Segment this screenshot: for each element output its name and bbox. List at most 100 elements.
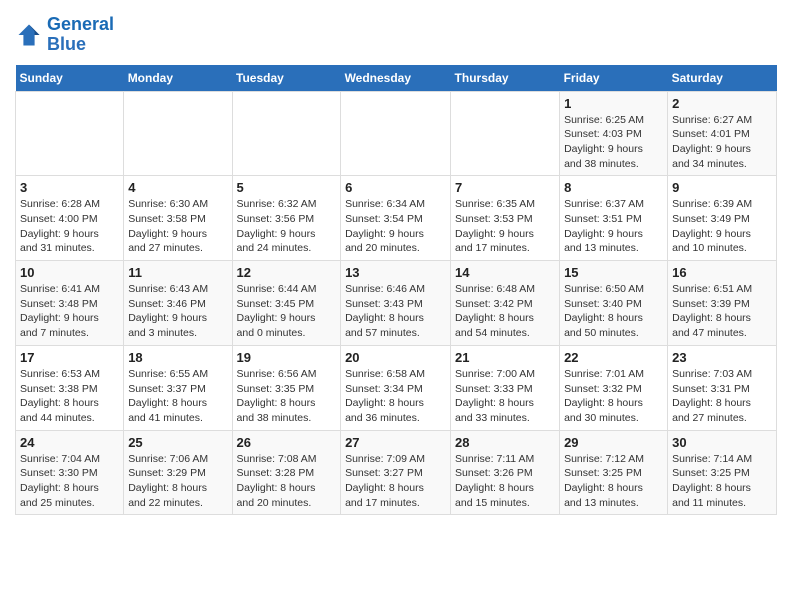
day-info: Sunrise: 7:14 AMSunset: 3:25 PMDaylight:… [672, 452, 772, 511]
day-number: 25 [128, 435, 227, 450]
day-number: 4 [128, 180, 227, 195]
day-info: Sunrise: 6:39 AMSunset: 3:49 PMDaylight:… [672, 197, 772, 256]
day-info: Sunrise: 7:12 AMSunset: 3:25 PMDaylight:… [564, 452, 663, 511]
day-number: 22 [564, 350, 663, 365]
calendar-cell: 12 Sunrise: 6:44 AMSunset: 3:45 PMDayligh… [232, 261, 341, 346]
calendar-cell: 16Sunrise: 6:51 AMSunset: 3:39 PMDayligh… [668, 261, 777, 346]
calendar-cell [341, 91, 451, 176]
calendar-cell: 22Sunrise: 7:01 AMSunset: 3:32 PMDayligh… [560, 345, 668, 430]
day-info: Sunrise: 7:11 AMSunset: 3:26 PMDaylight:… [455, 452, 555, 511]
day-number: 30 [672, 435, 772, 450]
weekday-header: Tuesday [232, 65, 341, 92]
day-number: 3 [20, 180, 119, 195]
calendar-header-row: SundayMondayTuesdayWednesdayThursdayFrid… [16, 65, 777, 92]
logo-icon [15, 21, 43, 49]
day-number: 23 [672, 350, 772, 365]
calendar-cell: 30 Sunrise: 7:14 AMSunset: 3:25 PMDayligh… [668, 430, 777, 515]
weekday-header: Saturday [668, 65, 777, 92]
day-number: 20 [345, 350, 446, 365]
day-number: 26 [237, 435, 337, 450]
day-info: Sunrise: 6:28 AMSunset: 4:00 PMDaylight:… [20, 197, 119, 256]
day-info: Sunrise: 7:00 AMSunset: 3:33 PMDaylight:… [455, 367, 555, 426]
day-number: 6 [345, 180, 446, 195]
calendar-cell: 4 Sunrise: 6:30 AMSunset: 3:58 PMDaylight… [124, 176, 232, 261]
day-number: 19 [237, 350, 337, 365]
calendar-cell [16, 91, 124, 176]
day-number: 29 [564, 435, 663, 450]
day-info: Sunrise: 6:48 AMSunset: 3:42 PMDaylight:… [455, 282, 555, 341]
day-info: Sunrise: 6:51 AMSunset: 3:39 PMDaylight:… [672, 282, 772, 341]
day-number: 27 [345, 435, 446, 450]
calendar-cell: 10 Sunrise: 6:41 AMSunset: 3:48 PMDayligh… [16, 261, 124, 346]
day-info: Sunrise: 7:08 AMSunset: 3:28 PMDaylight:… [237, 452, 337, 511]
day-number: 14 [455, 265, 555, 280]
page-header: General Blue [15, 15, 777, 55]
calendar-cell: 15 Sunrise: 6:50 AMSunset: 3:40 PMDayligh… [560, 261, 668, 346]
day-info: Sunrise: 6:35 AMSunset: 3:53 PMDaylight:… [455, 197, 555, 256]
day-info: Sunrise: 7:06 AMSunset: 3:29 PMDaylight:… [128, 452, 227, 511]
day-number: 24 [20, 435, 119, 450]
calendar-table: SundayMondayTuesdayWednesdayThursdayFrid… [15, 65, 777, 516]
day-info: Sunrise: 6:58 AMSunset: 3:34 PMDaylight:… [345, 367, 446, 426]
day-info: Sunrise: 6:46 AMSunset: 3:43 PMDaylight:… [345, 282, 446, 341]
weekday-header: Wednesday [341, 65, 451, 92]
calendar-cell: 9Sunrise: 6:39 AMSunset: 3:49 PMDaylight… [668, 176, 777, 261]
day-info: Sunrise: 6:30 AMSunset: 3:58 PMDaylight:… [128, 197, 227, 256]
day-info: Sunrise: 6:44 AMSunset: 3:45 PMDaylight:… [237, 282, 337, 341]
day-number: 10 [20, 265, 119, 280]
weekday-header: Sunday [16, 65, 124, 92]
logo: General Blue [15, 15, 114, 55]
calendar-cell [451, 91, 560, 176]
calendar-week-row: 3 Sunrise: 6:28 AMSunset: 4:00 PMDaylight… [16, 176, 777, 261]
day-info: Sunrise: 6:34 AMSunset: 3:54 PMDaylight:… [345, 197, 446, 256]
calendar-week-row: 10 Sunrise: 6:41 AMSunset: 3:48 PMDayligh… [16, 261, 777, 346]
calendar-cell: 19 Sunrise: 6:56 AMSunset: 3:35 PMDayligh… [232, 345, 341, 430]
day-number: 12 [237, 265, 337, 280]
calendar-cell: 6 Sunrise: 6:34 AMSunset: 3:54 PMDaylight… [341, 176, 451, 261]
weekday-header: Thursday [451, 65, 560, 92]
calendar-cell: 28Sunrise: 7:11 AMSunset: 3:26 PMDayligh… [451, 430, 560, 515]
day-info: Sunrise: 6:43 AMSunset: 3:46 PMDaylight:… [128, 282, 227, 341]
day-info: Sunrise: 6:53 AMSunset: 3:38 PMDaylight:… [20, 367, 119, 426]
calendar-cell: 25 Sunrise: 7:06 AMSunset: 3:29 PMDayligh… [124, 430, 232, 515]
calendar-cell [232, 91, 341, 176]
calendar-cell [124, 91, 232, 176]
weekday-header: Monday [124, 65, 232, 92]
day-info: Sunrise: 6:41 AMSunset: 3:48 PMDaylight:… [20, 282, 119, 341]
day-info: Sunrise: 6:55 AMSunset: 3:37 PMDaylight:… [128, 367, 227, 426]
calendar-cell: 13 Sunrise: 6:46 AMSunset: 3:43 PMDayligh… [341, 261, 451, 346]
calendar-week-row: 1Sunrise: 6:25 AMSunset: 4:03 PMDaylight… [16, 91, 777, 176]
day-number: 13 [345, 265, 446, 280]
calendar-cell: 29 Sunrise: 7:12 AMSunset: 3:25 PMDayligh… [560, 430, 668, 515]
day-info: Sunrise: 7:09 AMSunset: 3:27 PMDaylight:… [345, 452, 446, 511]
day-number: 15 [564, 265, 663, 280]
day-number: 8 [564, 180, 663, 195]
calendar-cell: 14 Sunrise: 6:48 AMSunset: 3:42 PMDayligh… [451, 261, 560, 346]
calendar-cell: 27 Sunrise: 7:09 AMSunset: 3:27 PMDayligh… [341, 430, 451, 515]
calendar-cell: 8 Sunrise: 6:37 AMSunset: 3:51 PMDaylight… [560, 176, 668, 261]
day-info: Sunrise: 7:04 AMSunset: 3:30 PMDaylight:… [20, 452, 119, 511]
calendar-cell: 11Sunrise: 6:43 AMSunset: 3:46 PMDayligh… [124, 261, 232, 346]
weekday-header: Friday [560, 65, 668, 92]
calendar-cell: 26 Sunrise: 7:08 AMSunset: 3:28 PMDayligh… [232, 430, 341, 515]
day-number: 18 [128, 350, 227, 365]
day-info: Sunrise: 6:32 AMSunset: 3:56 PMDaylight:… [237, 197, 337, 256]
day-number: 5 [237, 180, 337, 195]
calendar-cell: 17Sunrise: 6:53 AMSunset: 3:38 PMDayligh… [16, 345, 124, 430]
calendar-cell: 2Sunrise: 6:27 AMSunset: 4:01 PMDaylight… [668, 91, 777, 176]
calendar-body: 1Sunrise: 6:25 AMSunset: 4:03 PMDaylight… [16, 91, 777, 515]
day-number: 2 [672, 96, 772, 111]
day-info: Sunrise: 6:37 AMSunset: 3:51 PMDaylight:… [564, 197, 663, 256]
calendar-cell: 20 Sunrise: 6:58 AMSunset: 3:34 PMDayligh… [341, 345, 451, 430]
calendar-week-row: 17Sunrise: 6:53 AMSunset: 3:38 PMDayligh… [16, 345, 777, 430]
day-number: 7 [455, 180, 555, 195]
day-info: Sunrise: 7:03 AMSunset: 3:31 PMDaylight:… [672, 367, 772, 426]
calendar-cell: 5 Sunrise: 6:32 AMSunset: 3:56 PMDaylight… [232, 176, 341, 261]
calendar-cell: 24 Sunrise: 7:04 AMSunset: 3:30 PMDayligh… [16, 430, 124, 515]
day-info: Sunrise: 6:56 AMSunset: 3:35 PMDaylight:… [237, 367, 337, 426]
calendar-cell: 23 Sunrise: 7:03 AMSunset: 3:31 PMDayligh… [668, 345, 777, 430]
day-info: Sunrise: 6:50 AMSunset: 3:40 PMDaylight:… [564, 282, 663, 341]
calendar-cell: 7 Sunrise: 6:35 AMSunset: 3:53 PMDaylight… [451, 176, 560, 261]
calendar-cell: 21Sunrise: 7:00 AMSunset: 3:33 PMDayligh… [451, 345, 560, 430]
calendar-cell: 1Sunrise: 6:25 AMSunset: 4:03 PMDaylight… [560, 91, 668, 176]
